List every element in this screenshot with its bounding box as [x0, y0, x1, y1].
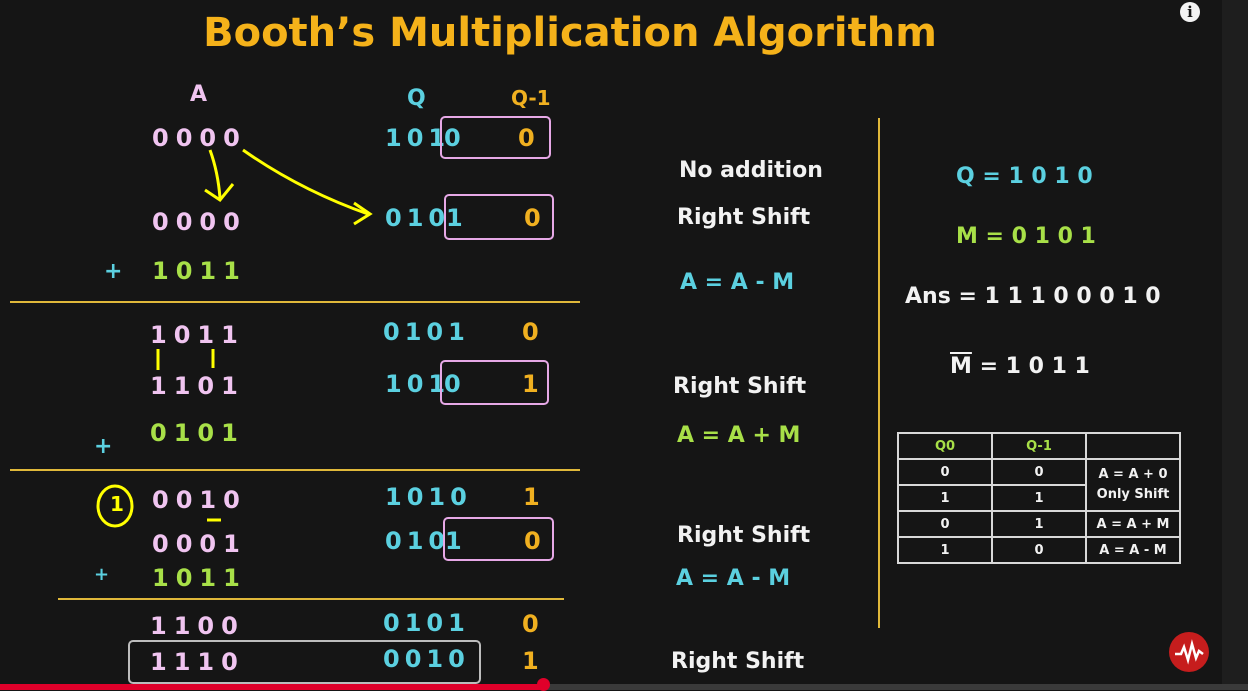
row5-bit-pair-box — [440, 360, 549, 405]
cell-q0: 0 — [897, 510, 993, 538]
cell-q-minus-1: 1 — [991, 510, 1087, 538]
row10-a: 1100 — [150, 612, 245, 640]
shift-arrows — [96, 148, 373, 528]
shift-right-arrowhead — [353, 201, 373, 226]
row8-bit-pair-box — [443, 517, 554, 561]
cell-q-minus-1: 0 — [991, 458, 1087, 486]
divider-3 — [58, 598, 564, 600]
row7-q: 1010 — [385, 483, 472, 511]
given-m-complement: M = 1 0 1 1 — [950, 354, 1090, 379]
row4-a: 1011 — [150, 321, 245, 349]
step-right-shift-2: Right Shift — [673, 374, 807, 399]
row9-neg-m: 1011 — [152, 564, 247, 592]
row5-a: 1101 — [150, 372, 245, 400]
cell-q0: 0 — [897, 458, 993, 486]
channel-logo[interactable] — [1169, 632, 1209, 672]
row6-operator: + — [94, 434, 113, 459]
row11-q: 0010 — [383, 645, 470, 673]
m-bar-letter: M — [950, 354, 972, 379]
vertical-divider — [878, 118, 880, 628]
step-no-addition: No addition — [679, 158, 823, 183]
row7-q-minus-1: 1 — [523, 483, 540, 511]
row7-carry: 1 — [110, 492, 124, 516]
cell-action: A = A + M — [1085, 510, 1181, 538]
table-header-row: Q0 Q-1 — [897, 432, 1181, 460]
row11-q-minus-1: 1 — [522, 647, 539, 675]
table-row: 0 0 A = A + 0 Only Shift — [897, 458, 1181, 512]
row11-a: 1110 — [150, 648, 245, 676]
given-q: Q = 1 0 1 0 — [956, 164, 1093, 189]
m-bar-value: = 1 0 1 1 — [971, 354, 1090, 379]
table-row: 0 1 A = A + M — [897, 510, 1181, 538]
row8-q-main: 010 — [385, 527, 451, 555]
row7-a: 0010 — [152, 486, 247, 514]
row4-q: 0101 — [383, 318, 470, 346]
table-row: 1 0 A = A - M — [897, 536, 1181, 564]
row2-bit-pair-box — [444, 194, 554, 240]
col-header-q0: Q0 — [897, 432, 993, 460]
progress-played — [0, 684, 543, 690]
step-subtract-1: A = A - M — [680, 270, 795, 295]
divider-2 — [10, 469, 580, 471]
divider-1 — [10, 301, 580, 303]
row10-q: 0101 — [383, 609, 470, 637]
cell-q-minus-1: 1 — [991, 484, 1087, 512]
step-right-shift-1: Right Shift — [677, 205, 811, 230]
booth-rule-table: Q0 Q-1 0 0 A = A + 0 Only Shift 1 1 0 1 … — [897, 432, 1181, 564]
cell-action-merged: A = A + 0 Only Shift — [1085, 458, 1181, 512]
col-header-q-minus-1: Q-1 — [991, 432, 1087, 460]
step-right-shift-4: Right Shift — [671, 649, 805, 674]
row3-neg-m: 1011 — [152, 257, 247, 285]
row4-q-minus-1: 0 — [522, 318, 539, 346]
step-subtract-2: A = A - M — [676, 566, 791, 591]
action-only-shift: Only Shift — [1096, 487, 1170, 502]
given-m: M = 0 1 0 1 — [956, 224, 1096, 249]
cell-q0: 1 — [897, 484, 993, 512]
shift-down-arrow — [208, 149, 222, 199]
step-add: A = A + M — [677, 423, 801, 448]
row9-operator: + — [94, 564, 110, 585]
cell-action: A = A - M — [1085, 536, 1181, 564]
cell-q-minus-1: 0 — [991, 536, 1087, 564]
row2-a: 0000 — [152, 208, 247, 236]
cell-q0: 1 — [897, 536, 993, 564]
given-answer: Ans = 1 1 1 0 0 0 1 0 — [905, 284, 1161, 309]
row6-m: 0101 — [150, 419, 245, 447]
progress-scrubber[interactable] — [536, 678, 550, 691]
row3-operator: + — [104, 259, 123, 284]
side-panel-edge — [1222, 0, 1248, 690]
shift-right-arrow — [242, 148, 369, 216]
row8-a: 0001 — [152, 530, 247, 558]
action-a-plus-0: A = A + 0 — [1098, 467, 1168, 482]
col-header-action — [1085, 432, 1181, 460]
info-icon[interactable]: i — [1180, 2, 1200, 22]
step-right-shift-3: Right Shift — [677, 523, 811, 548]
row10-q-minus-1: 0 — [522, 610, 539, 638]
waveform-icon — [1175, 639, 1204, 665]
row2-q-main: 010 — [385, 204, 451, 232]
